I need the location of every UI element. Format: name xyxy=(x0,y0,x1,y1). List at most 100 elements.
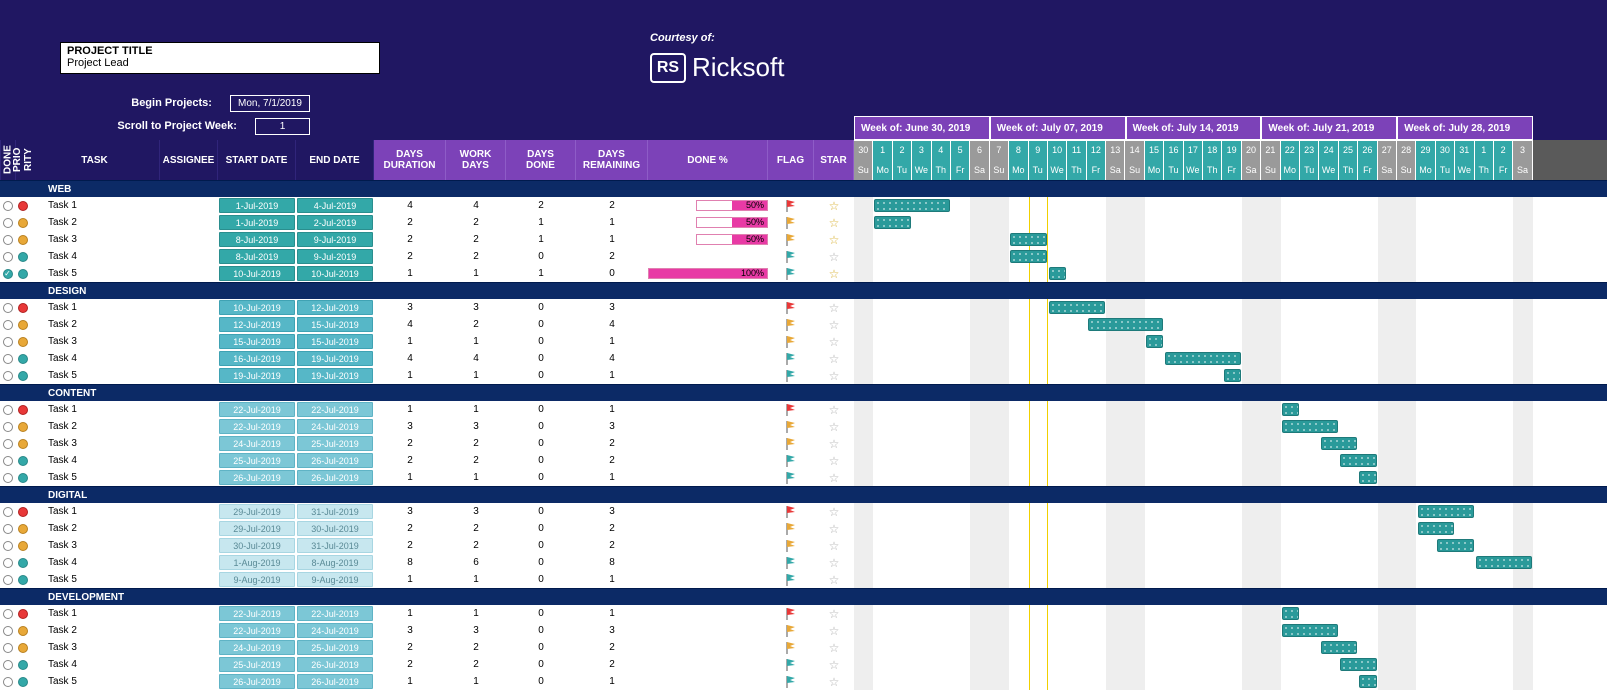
done-cell[interactable] xyxy=(0,367,15,384)
end-date-cell[interactable]: 25-Jul-2019 xyxy=(296,639,374,656)
done-checkbox-icon[interactable] xyxy=(3,422,13,432)
star-cell[interactable]: ☆ xyxy=(814,554,854,571)
table-row[interactable]: Task 315-Jul-201915-Jul-20191101☆ xyxy=(0,333,1607,350)
done-checkbox-icon[interactable] xyxy=(3,201,13,211)
end-date-cell[interactable]: 19-Jul-2019 xyxy=(296,367,374,384)
star-icon[interactable]: ☆ xyxy=(829,573,840,587)
star-cell[interactable]: ☆ xyxy=(814,503,854,520)
assignee-cell[interactable] xyxy=(160,605,218,622)
task-cell[interactable]: Task 3 xyxy=(30,333,160,350)
star-cell[interactable]: ☆ xyxy=(814,350,854,367)
done-checkbox-icon[interactable] xyxy=(3,235,13,245)
assignee-cell[interactable] xyxy=(160,571,218,588)
done-checkbox-icon[interactable] xyxy=(3,320,13,330)
end-date-cell[interactable]: 9-Jul-2019 xyxy=(296,231,374,248)
priority-dot-icon[interactable] xyxy=(18,507,28,517)
end-date-cell[interactable]: 31-Jul-2019 xyxy=(296,503,374,520)
col-duration[interactable]: DAYSDURATION xyxy=(374,140,446,180)
star-icon[interactable]: ☆ xyxy=(829,658,840,672)
priority-dot-icon[interactable] xyxy=(18,269,28,279)
end-date-cell[interactable]: 9-Aug-2019 xyxy=(296,571,374,588)
assignee-cell[interactable] xyxy=(160,622,218,639)
col-start[interactable]: START DATE xyxy=(218,140,296,180)
done-checkbox-icon[interactable] xyxy=(3,660,13,670)
assignee-cell[interactable] xyxy=(160,452,218,469)
priority-dot-icon[interactable] xyxy=(18,677,28,687)
gantt-bar[interactable] xyxy=(874,216,911,229)
group-header[interactable]: DEVELOPMENT xyxy=(0,588,1607,605)
star-icon[interactable]: ☆ xyxy=(829,216,840,230)
table-row[interactable]: Task 324-Jul-201925-Jul-20192202☆ xyxy=(0,435,1607,452)
col-end[interactable]: END DATE xyxy=(296,140,374,180)
col-star[interactable]: STAR xyxy=(814,140,854,180)
done-cell[interactable] xyxy=(0,537,15,554)
star-icon[interactable]: ☆ xyxy=(829,250,840,264)
star-icon[interactable]: ☆ xyxy=(829,301,840,315)
star-icon[interactable]: ☆ xyxy=(829,539,840,553)
done-checkbox-icon[interactable] xyxy=(3,541,13,551)
assignee-cell[interactable] xyxy=(160,639,218,656)
table-row[interactable]: Task 38-Jul-20199-Jul-2019221150%☆ xyxy=(0,231,1607,248)
assignee-cell[interactable] xyxy=(160,248,218,265)
assignee-cell[interactable] xyxy=(160,554,218,571)
end-date-cell[interactable]: 24-Jul-2019 xyxy=(296,622,374,639)
flag-cell[interactable] xyxy=(768,656,814,673)
star-icon[interactable]: ☆ xyxy=(829,675,840,689)
priority-cell[interactable] xyxy=(15,401,30,418)
flag-cell[interactable] xyxy=(768,299,814,316)
priority-cell[interactable] xyxy=(15,622,30,639)
done-cell[interactable]: ✓ xyxy=(0,265,15,282)
priority-dot-icon[interactable] xyxy=(18,422,28,432)
flag-cell[interactable] xyxy=(768,197,814,214)
start-date-cell[interactable]: 16-Jul-2019 xyxy=(218,350,296,367)
assignee-cell[interactable] xyxy=(160,197,218,214)
group-header[interactable]: DIGITAL xyxy=(0,486,1607,503)
priority-dot-icon[interactable] xyxy=(18,575,28,585)
task-cell[interactable]: Task 1 xyxy=(30,503,160,520)
start-date-cell[interactable]: 30-Jul-2019 xyxy=(218,537,296,554)
assignee-cell[interactable] xyxy=(160,520,218,537)
group-header[interactable]: CONTENT xyxy=(0,384,1607,401)
task-cell[interactable]: Task 4 xyxy=(30,452,160,469)
star-cell[interactable]: ☆ xyxy=(814,622,854,639)
done-cell[interactable] xyxy=(0,197,15,214)
start-date-cell[interactable]: 1-Aug-2019 xyxy=(218,554,296,571)
done-checkbox-icon[interactable] xyxy=(3,303,13,313)
task-cell[interactable]: Task 5 xyxy=(30,367,160,384)
end-date-cell[interactable]: 15-Jul-2019 xyxy=(296,333,374,350)
done-cell[interactable] xyxy=(0,571,15,588)
table-row[interactable]: Task 11-Jul-20194-Jul-2019442250%☆ xyxy=(0,197,1607,214)
star-cell[interactable]: ☆ xyxy=(814,673,854,690)
star-icon[interactable]: ☆ xyxy=(829,420,840,434)
task-cell[interactable]: Task 4 xyxy=(30,248,160,265)
table-row[interactable]: Task 330-Jul-201931-Jul-20192202☆ xyxy=(0,537,1607,554)
table-row[interactable]: Task 526-Jul-201926-Jul-20191101☆ xyxy=(0,673,1607,690)
done-cell[interactable] xyxy=(0,350,15,367)
start-date-cell[interactable]: 22-Jul-2019 xyxy=(218,418,296,435)
done-cell[interactable] xyxy=(0,435,15,452)
table-row[interactable]: ✓Task 510-Jul-201910-Jul-20191110100%☆ xyxy=(0,265,1607,282)
flag-cell[interactable] xyxy=(768,537,814,554)
start-date-cell[interactable]: 10-Jul-2019 xyxy=(218,299,296,316)
priority-cell[interactable] xyxy=(15,316,30,333)
task-cell[interactable]: Task 2 xyxy=(30,214,160,231)
end-date-cell[interactable]: 10-Jul-2019 xyxy=(296,265,374,282)
priority-cell[interactable] xyxy=(15,214,30,231)
col-flag[interactable]: FLAG xyxy=(768,140,814,180)
priority-cell[interactable] xyxy=(15,418,30,435)
star-icon[interactable]: ☆ xyxy=(829,335,840,349)
task-cell[interactable]: Task 3 xyxy=(30,231,160,248)
star-cell[interactable]: ☆ xyxy=(814,571,854,588)
project-title-card[interactable]: PROJECT TITLE Project Lead xyxy=(60,42,380,74)
done-cell[interactable] xyxy=(0,605,15,622)
star-cell[interactable]: ☆ xyxy=(814,435,854,452)
done-cell[interactable] xyxy=(0,401,15,418)
gantt-bar[interactable] xyxy=(1282,420,1338,433)
done-cell[interactable] xyxy=(0,231,15,248)
end-date-cell[interactable]: 30-Jul-2019 xyxy=(296,520,374,537)
star-cell[interactable]: ☆ xyxy=(814,656,854,673)
priority-dot-icon[interactable] xyxy=(18,643,28,653)
task-cell[interactable]: Task 1 xyxy=(30,197,160,214)
flag-cell[interactable] xyxy=(768,571,814,588)
priority-dot-icon[interactable] xyxy=(18,660,28,670)
